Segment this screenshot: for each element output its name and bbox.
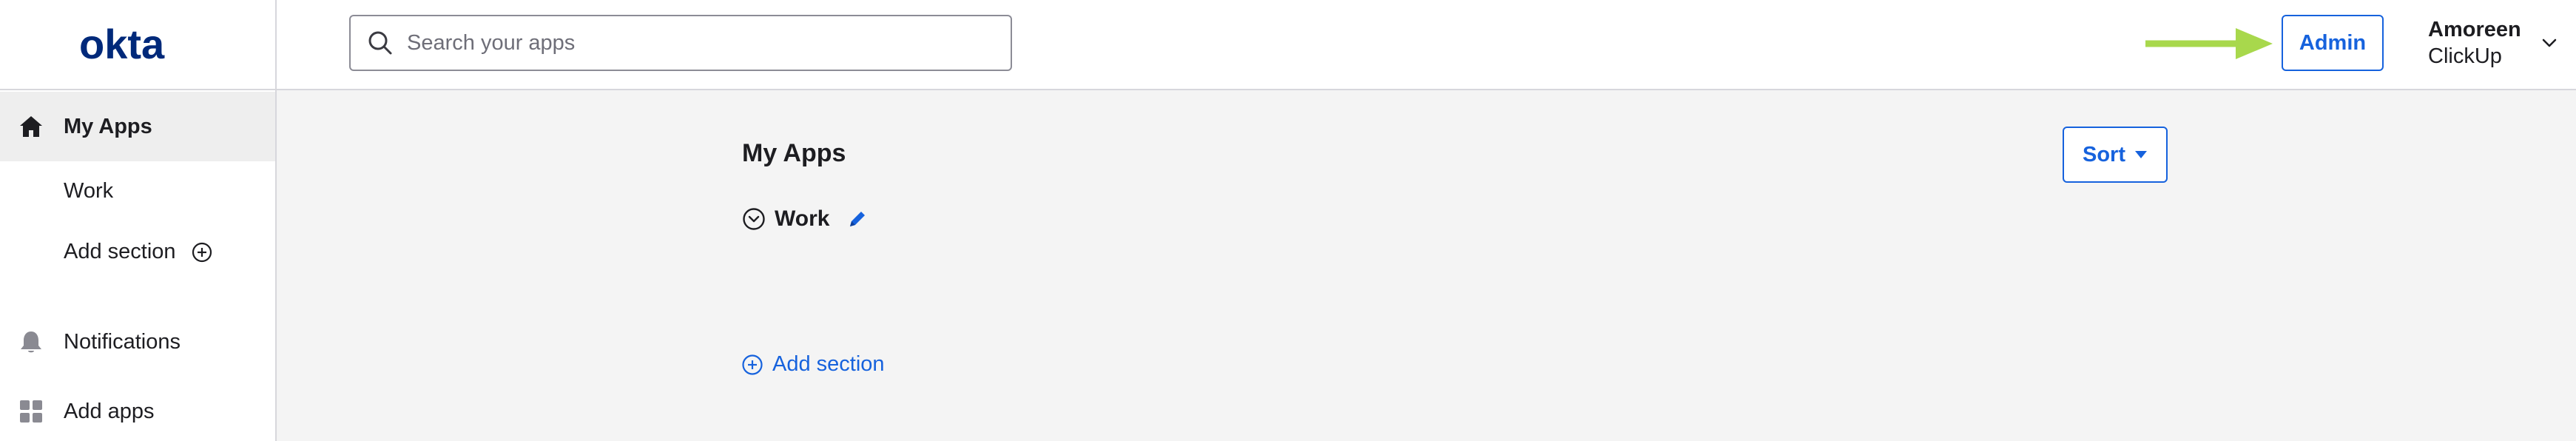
logo-area: okta [0, 0, 277, 90]
sidebar-item-add-apps[interactable]: Add apps [0, 382, 275, 441]
sort-label: Sort [2083, 142, 2125, 166]
chevron-down-icon[interactable] [2540, 34, 2558, 52]
sidebar-item-label: My Apps [64, 114, 152, 138]
sidebar-item-label: Notifications [64, 329, 181, 354]
sidebar: My Apps Work Add section Notifications A… [0, 90, 277, 441]
sidebar-item-work[interactable]: Work [0, 161, 275, 220]
sidebar-item-notifications[interactable]: Notifications [0, 311, 275, 373]
search-box[interactable] [349, 15, 1012, 71]
user-org: ClickUp [2428, 44, 2502, 68]
add-section-link[interactable]: Add section [741, 352, 885, 377]
okta-logo[interactable]: okta [75, 23, 200, 67]
page-title: My Apps [742, 139, 846, 167]
user-menu[interactable]: Amoreen ClickUp [2428, 16, 2557, 73]
top-header: okta Admin Amoreen ClickUp [0, 0, 2576, 90]
admin-button[interactable]: Admin [2282, 15, 2384, 71]
sidebar-item-label: Add apps [64, 399, 155, 423]
okta-dashboard: okta Admin Amoreen ClickUp [0, 0, 2576, 441]
sidebar-item-add-section[interactable]: Add section [0, 220, 275, 283]
add-section-label: Add section [772, 352, 885, 376]
section-title: Work [775, 206, 830, 231]
grid-icon [18, 398, 44, 425]
annotation-arrow-icon [2145, 28, 2273, 59]
search-input[interactable] [405, 30, 982, 56]
section-header-work: Work [742, 204, 868, 234]
bell-icon [18, 329, 44, 355]
plus-circle-icon [741, 354, 763, 376]
sidebar-item-label: Work [64, 178, 114, 203]
user-name: Amoreen [2428, 18, 2521, 41]
pencil-icon[interactable] [847, 209, 868, 229]
sidebar-item-label: Add section [64, 239, 176, 263]
home-icon [18, 113, 44, 140]
collapse-chevron-icon[interactable] [742, 207, 766, 231]
svg-text:okta: okta [79, 23, 165, 67]
sidebar-item-my-apps[interactable]: My Apps [0, 92, 275, 161]
plus-circle-icon [191, 241, 213, 263]
caret-down-icon [2134, 150, 2148, 159]
search-icon [365, 28, 395, 58]
sort-button[interactable]: Sort [2063, 127, 2168, 183]
